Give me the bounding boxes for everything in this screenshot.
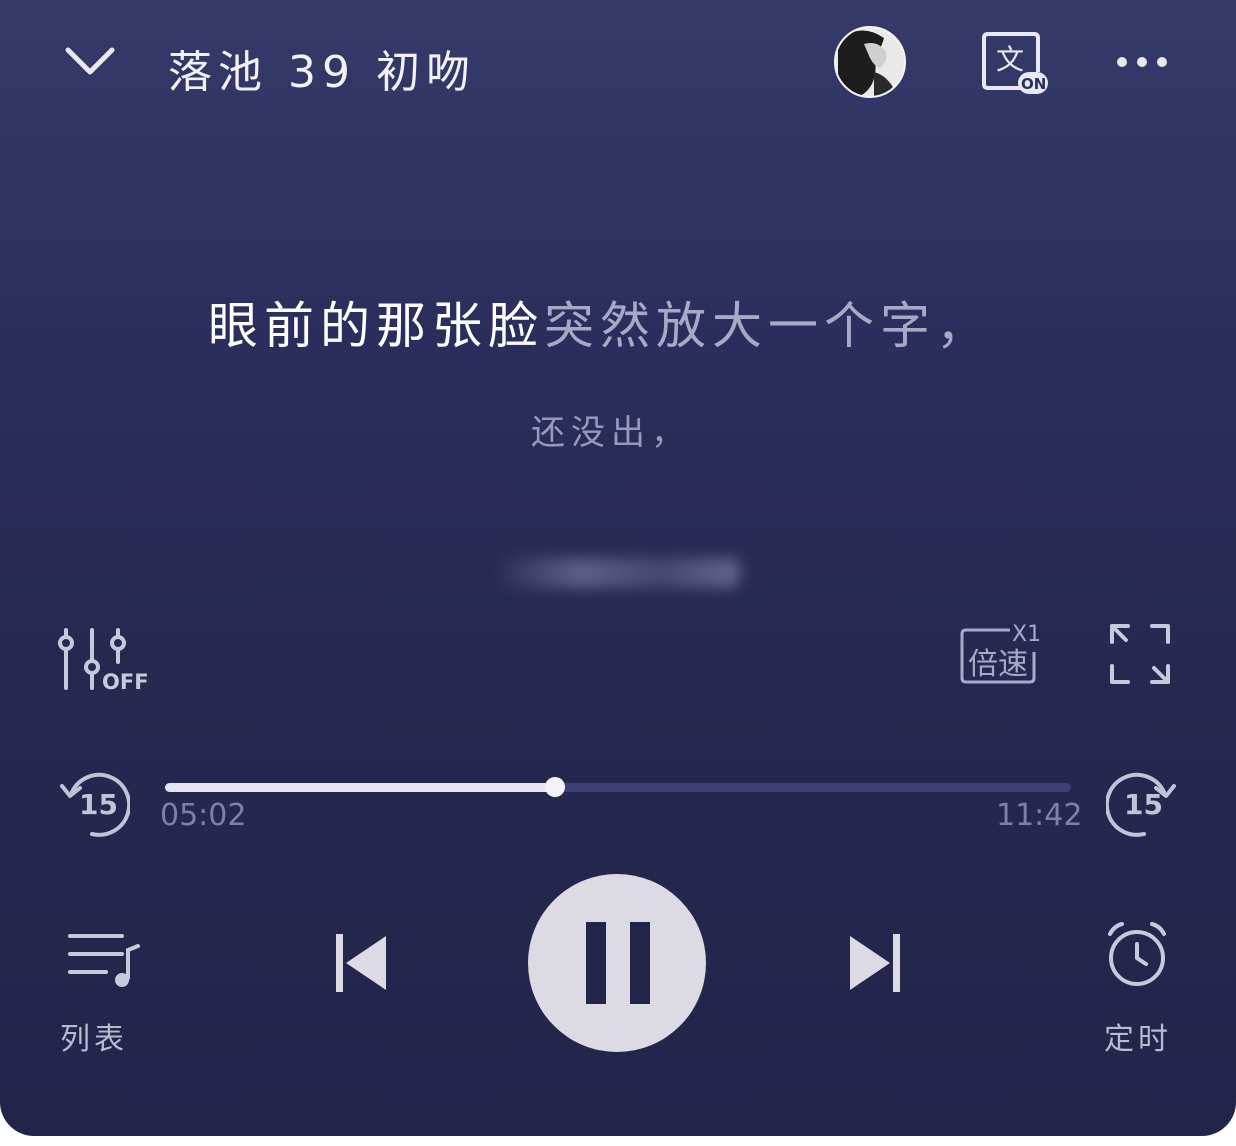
sound-effect-button[interactable]: OFF [56,626,149,696]
more-options-icon[interactable] [1116,50,1168,74]
translate-toggle-button[interactable]: 文 ON [982,32,1050,96]
forward-15-button[interactable]: 15 [1106,770,1180,840]
translate-glyph: 文 [996,43,1025,76]
lyric-remaining-part: 突然放大一个字， [544,297,992,355]
audio-player-screen: 落池 39 初吻 文 ON 眼前的那张脸突然放大一个字， 还没出， OFF 倍速… [0,0,1236,1136]
next-track-icon[interactable] [846,932,902,994]
playlist-button[interactable]: 列表 [56,928,146,1058]
timer-label: 定时 [1104,1022,1172,1057]
playback-speed-button[interactable]: 倍速 X1 [958,622,1048,688]
sound-effect-state: OFF [102,670,149,694]
previous-track-icon[interactable] [334,932,390,994]
track-title: 落池 39 初吻 [168,47,476,98]
elapsed-time: 05:02 [160,798,247,833]
speed-value: X1 [1012,622,1042,647]
alarm-clock-icon [1108,922,1166,986]
progress-handle[interactable] [545,777,566,797]
translate-state-badge: ON [1021,75,1047,93]
fullscreen-icon[interactable] [1108,622,1172,686]
current-lyric-line: 眼前的那张脸突然放大一个字， [0,286,1200,358]
forward-seconds: 15 [1124,788,1163,821]
sleep-timer-button[interactable]: 定时 [1100,920,1190,1060]
next-lyric-line: 还没出， [531,413,691,453]
blurred-lyric-line [500,558,740,588]
rewind-15-button[interactable]: 15 [58,770,130,840]
progress-bar[interactable] [165,777,1071,797]
playlist-label: 列表 [60,1022,128,1057]
pause-icon [586,922,650,1004]
collapse-chevron-icon[interactable] [62,40,118,84]
avatar[interactable] [834,26,906,98]
playlist-icon [68,934,140,987]
rewind-seconds: 15 [79,788,118,821]
total-time: 11:42 [996,798,1083,833]
progress-fill [165,783,556,792]
pause-button[interactable] [528,874,706,1052]
lyric-sung-part: 眼前的那张脸 [208,297,544,355]
